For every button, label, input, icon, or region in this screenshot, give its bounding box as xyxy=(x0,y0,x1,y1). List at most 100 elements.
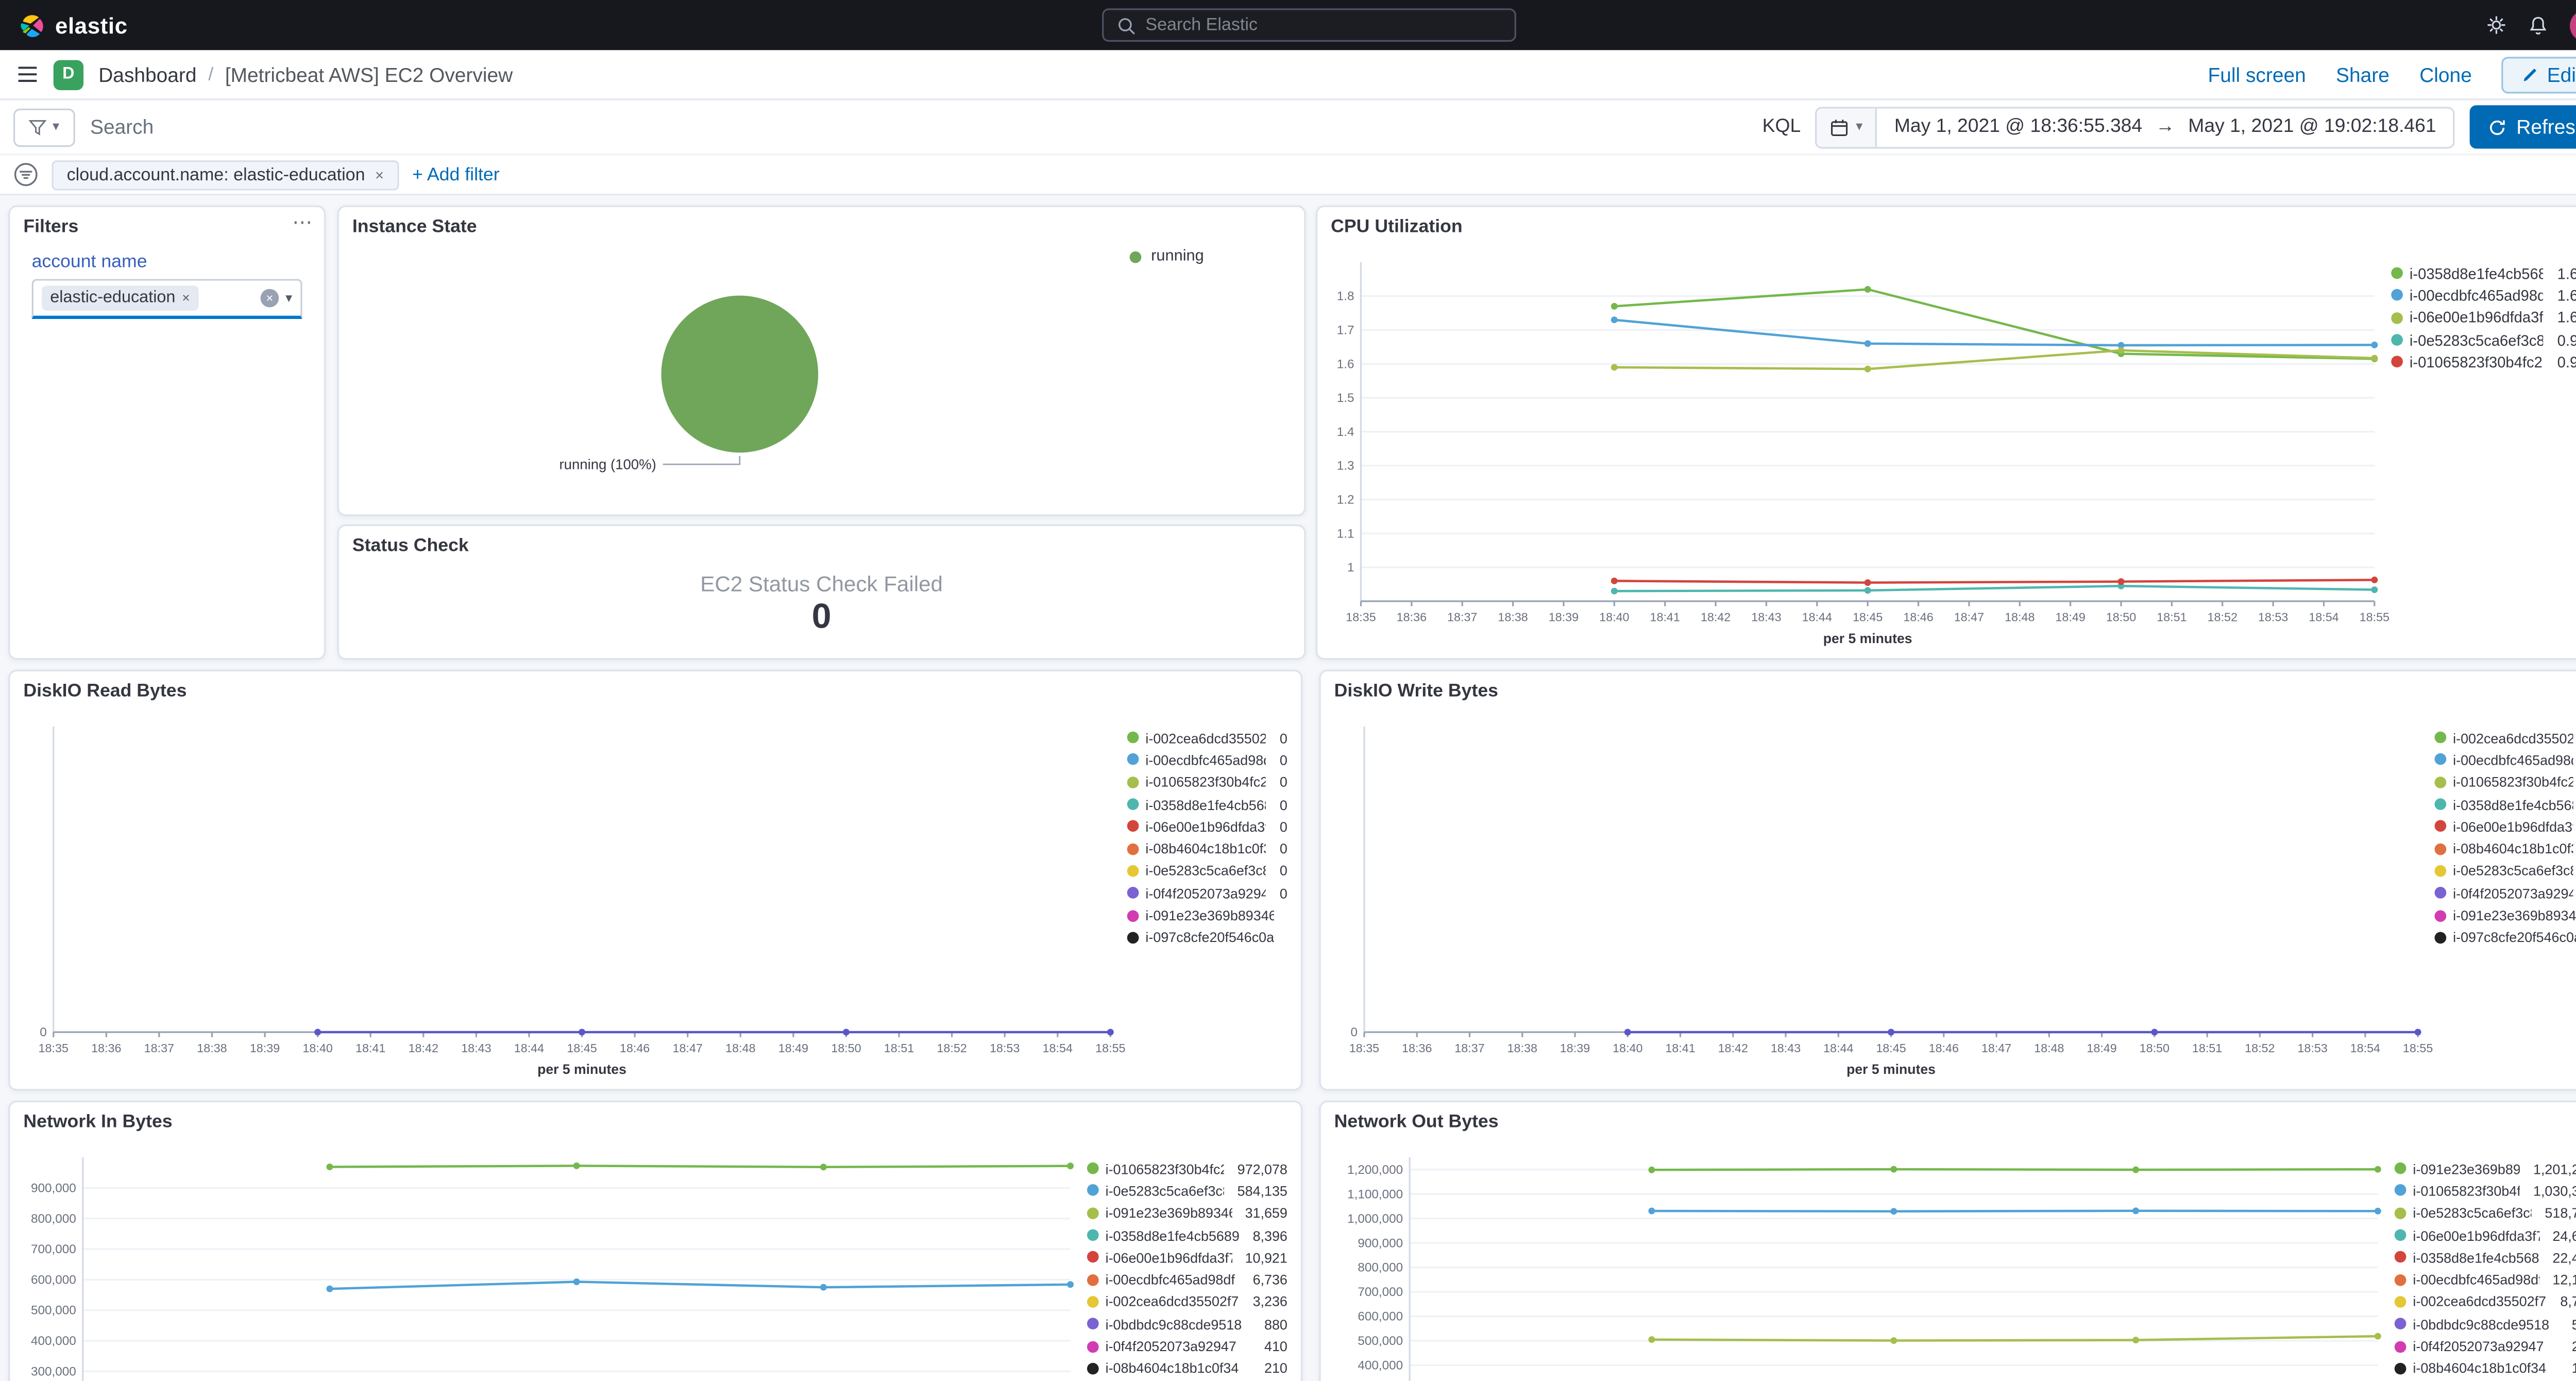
legend-item[interactable]: i-0f4f2052073a929470 xyxy=(1127,882,1287,904)
calendar-button[interactable]: ▾ xyxy=(1817,108,1878,146)
share-button[interactable]: Share xyxy=(2336,63,2389,86)
legend-item[interactable]: i-06e00e1b96dfda3f7 24,685 xyxy=(2394,1224,2576,1246)
legend-item[interactable]: i-0e5283c5ca6ef3c8c 0.934 xyxy=(2391,329,2576,351)
legend-item[interactable]: i-097c8cfe20f546c0a xyxy=(2434,927,2576,949)
gear-icon[interactable] xyxy=(2486,15,2506,35)
legend-color-dot xyxy=(1127,732,1139,744)
svg-text:18:43: 18:43 xyxy=(1751,611,1781,624)
legend-item[interactable]: i-0f4f2052073a929470 xyxy=(2434,882,2576,904)
remove-filter-icon[interactable]: × xyxy=(375,166,384,182)
legend-item[interactable]: i-00ecdbfc465ad98df 6,736 xyxy=(1087,1269,1287,1291)
panel-options-icon[interactable]: ⋯ xyxy=(292,210,314,233)
legend-item[interactable]: i-01065823f30b4fc... 1,030,384 xyxy=(2394,1180,2576,1202)
svg-text:18:39: 18:39 xyxy=(1560,1041,1590,1055)
legend-item[interactable]: i-0358d8e1fe4cb5689 8,396 xyxy=(1087,1224,1287,1246)
menu-hamburger-icon[interactable] xyxy=(16,65,38,83)
date-range-display: May 1, 2021 @ 18:36:55.384 → May 1, 2021… xyxy=(1877,117,2453,137)
legend-item[interactable]: i-06e00e1b96dfda3f7 1.617 xyxy=(2391,307,2576,329)
start-date[interactable]: May 1, 2021 @ 18:36:55.384 xyxy=(1894,117,2142,137)
legend-label: i-08b4604c18b1c0f34 xyxy=(2413,1360,2547,1377)
legend-item[interactable]: i-002cea6dcd35502f7 8,779 xyxy=(2394,1291,2576,1313)
legend-item[interactable]: i-06e00e1b96dfda3f70 xyxy=(2434,815,2576,837)
space-avatar[interactable]: D xyxy=(53,59,84,90)
breadcrumb-dashboard-link[interactable]: Dashboard xyxy=(98,63,196,86)
legend-label: i-00ecdbfc465ad98df xyxy=(2413,1271,2539,1288)
legend-item[interactable]: i-00ecdbfc465ad98df0 xyxy=(1127,749,1287,771)
legend-label: i-0358d8e1fe4cb5689 xyxy=(1105,1226,1240,1244)
edit-button[interactable]: Edit xyxy=(2502,56,2576,93)
refresh-button[interactable]: Refresh xyxy=(2469,105,2576,149)
legend-item[interactable]: i-0358d8e1fe4cb56890 xyxy=(1127,793,1287,815)
legend-item[interactable]: i-0e5283c5ca6ef3c8c0 xyxy=(1127,860,1287,882)
legend-label: i-091e23e369b893463 xyxy=(2453,906,2576,924)
legend-item[interactable]: i-0f4f2052073a92947 410 xyxy=(1087,1335,1287,1357)
legend-item[interactable]: i-002cea6dcd35502f7 3,236 xyxy=(1087,1291,1287,1313)
legend-item[interactable]: i-0358d8e1fe4cb56890 xyxy=(2434,793,2576,815)
legend-label: i-002cea6dcd35502f7 xyxy=(1105,1293,1239,1310)
diskio-read-chart[interactable]: 0 18:35 18:36 18:37 18:38 18:39 18:40 18:41 18:4… xyxy=(10,706,1127,1089)
legend-item[interactable]: i-0e5283c5ca6ef3c8c 518,760 xyxy=(2394,1202,2576,1224)
legend-item[interactable]: i-0bdbdc9c88cde9518 588 xyxy=(2394,1313,2576,1335)
legend-item[interactable]: i-091e23e369b893463 xyxy=(2434,904,2576,927)
legend-item[interactable]: i-01065823f30b4fc210 xyxy=(1127,771,1287,793)
global-search-box[interactable] xyxy=(1102,8,1516,42)
header-actions: m xyxy=(2486,9,2576,41)
legend-item[interactable]: i-002cea6dcd35502f70 xyxy=(2434,727,2576,749)
query-language-kql-button[interactable]: KQL xyxy=(1762,117,1801,137)
remove-option-icon[interactable]: × xyxy=(182,291,190,306)
clone-button[interactable]: Clone xyxy=(2419,63,2472,86)
saved-query-menu-button[interactable]: ▾ xyxy=(13,108,75,146)
legend-item[interactable]: i-002cea6dcd35502f70 xyxy=(1127,727,1287,749)
add-filter-button[interactable]: + Add filter xyxy=(412,164,499,184)
svg-text:1.3: 1.3 xyxy=(1337,459,1354,473)
legend-item[interactable]: i-08b4604c18b1c0f340 xyxy=(1127,837,1287,860)
legend-item[interactable]: i-097c8cfe20f546c0a xyxy=(1127,927,1287,949)
legend-color-dot xyxy=(1087,1340,1099,1352)
clear-selection-icon[interactable]: × xyxy=(260,289,279,308)
selected-option-tag[interactable]: elastic-education × xyxy=(42,285,198,311)
user-avatar[interactable]: m xyxy=(2570,9,2576,41)
network-in-chart[interactable]: 300,000 400,000 500,000 600,000 700,000 800,0… xyxy=(10,1137,1087,1381)
legend-item[interactable]: i-01065823f30b4fc21 972,078 xyxy=(1087,1157,1287,1180)
network-out-chart[interactable]: 400,000 500,000 600,000 700,000 800,000 900,0… xyxy=(1321,1137,2395,1381)
legend-item[interactable]: i-01065823f30b4fc21 0.963 xyxy=(2391,351,2576,373)
legend-item[interactable]: i-091e23e369b893... 1,201,252 xyxy=(2394,1157,2576,1180)
legend-item[interactable]: i-08b4604c18b1c0f34 196 xyxy=(2394,1357,2576,1379)
legend-item[interactable]: i-0f4f2052073a92947 208 xyxy=(2394,1335,2576,1357)
legend-item[interactable]: i-06e00e1b96dfda3f70 xyxy=(1127,815,1287,837)
legend-item[interactable]: i-00ecdbfc465ad98df 12,176 xyxy=(2394,1269,2576,1291)
legend-item[interactable]: i-0bdbdc9c88cde9518 880 xyxy=(1087,1313,1287,1335)
end-date[interactable]: May 1, 2021 @ 19:02:18.461 xyxy=(2188,117,2436,137)
legend-item[interactable]: i-08b4604c18b1c0f340 xyxy=(2434,837,2576,860)
legend-item[interactable]: i-06e00e1b96dfda3f7 10,921 xyxy=(1087,1246,1287,1268)
legend-item[interactable]: i-00ecdbfc465ad98df 1.656 xyxy=(2391,284,2576,307)
legend-item[interactable]: i-0358d8e1fe4cb5689 1.615 xyxy=(2391,262,2576,284)
legend-item[interactable]: i-00ecdbfc465ad98df0 xyxy=(2434,749,2576,771)
global-search-input[interactable] xyxy=(1145,15,1501,36)
svg-text:18:38: 18:38 xyxy=(1498,611,1528,624)
legend-item[interactable]: i-01065823f30b4fc210 xyxy=(2434,771,2576,793)
diskio-write-chart[interactable]: 0 18:35 18:36 18:37 18:38 18:39 18:40 18:41 18:4… xyxy=(1321,706,2435,1089)
legend-item[interactable]: i-091e23e369b893463 31,659 xyxy=(1087,1202,1287,1224)
legend-item[interactable]: i-0e5283c5ca6ef3c8c0 xyxy=(2434,860,2576,882)
kql-search-input[interactable] xyxy=(90,100,1748,154)
filter-pill-cloud-account-name[interactable]: cloud.account.name: elastic-education × xyxy=(52,159,399,190)
legend-label: i-06e00e1b96dfda3f7 xyxy=(1105,1249,1232,1266)
legend-item[interactable]: i-08b4604c18b1c0f34 210 xyxy=(1087,1357,1287,1379)
legend-item[interactable]: i-0358d8e1fe4cb5689 22,498 xyxy=(2394,1246,2576,1268)
pie-slice-running[interactable] xyxy=(661,295,819,453)
full-screen-button[interactable]: Full screen xyxy=(2208,63,2306,86)
account-name-combobox[interactable]: elastic-education × × ▾ xyxy=(31,279,302,319)
legend-item[interactable]: i-091e23e369b893463 xyxy=(1127,904,1287,927)
cpu-utilization-chart[interactable]: 1 1.1 1.2 1.3 1.4 1.5 1.6 1.7 1.8 18:35 18:36 18:37… xyxy=(1317,242,2391,658)
filter-funnel-icon xyxy=(29,119,48,135)
svg-text:18:37: 18:37 xyxy=(1454,1041,1484,1055)
filter-options-icon[interactable] xyxy=(13,162,39,187)
svg-text:18:53: 18:53 xyxy=(2258,611,2288,624)
instance-state-pie-chart[interactable]: running running (100%) xyxy=(339,242,1304,514)
legend-item[interactable]: i-0e5283c5ca6ef3c8c 584,135 xyxy=(1087,1180,1287,1202)
panel-title: Network In Bytes xyxy=(23,1112,173,1133)
notifications-bell-icon[interactable] xyxy=(2528,14,2548,36)
chevron-down-icon[interactable]: ▾ xyxy=(285,291,292,306)
elastic-logo[interactable]: elastic xyxy=(16,11,127,39)
